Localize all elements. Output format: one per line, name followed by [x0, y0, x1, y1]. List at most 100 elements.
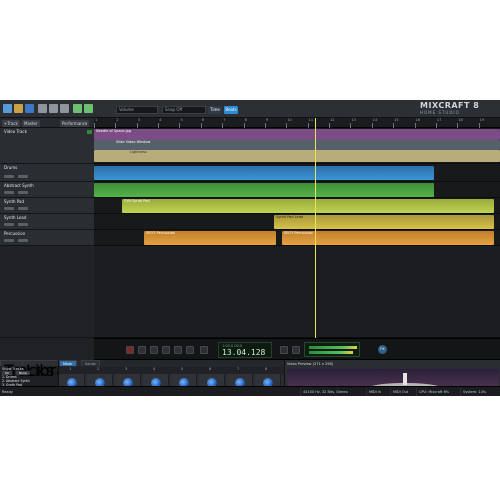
save-icon[interactable] [25, 104, 34, 113]
lane-synth-lead[interactable]: Synth Pad Lead [94, 214, 500, 230]
ruler-label: 12 [330, 118, 335, 122]
strip-number: 4 [153, 367, 156, 371]
paste-icon[interactable] [60, 104, 69, 113]
pan-knob[interactable] [18, 223, 28, 226]
clip-label: Slide Video Window [116, 140, 151, 144]
video-thumbnail-clip[interactable]: Needle of Space.jpg [94, 129, 500, 140]
main-toolbar: Volume Snap Off Time Beats MIXCRAFT 8 HO… [0, 100, 500, 118]
volume-knob[interactable] [4, 207, 14, 210]
lane-empty [94, 246, 500, 338]
strip-number: 2 [97, 367, 100, 371]
performance-button[interactable]: Performance [60, 120, 90, 127]
track-name: Abstract Synth [4, 183, 34, 188]
open-folder-icon[interactable] [14, 104, 23, 113]
play-button[interactable] [162, 346, 170, 354]
timeline-ruler[interactable]: 1 2 3 4 5 6 7 8 9 10 11 12 13 14 15 16 17 18 19 [94, 118, 500, 128]
pan-knob[interactable] [18, 239, 28, 242]
track-header-empty [0, 246, 94, 338]
ruler-label: 8 [244, 118, 247, 122]
clip-label: Needle of Space.jpg [96, 129, 132, 133]
volume-dropdown[interactable]: Volume [116, 106, 158, 114]
synth-lead-clip[interactable]: Synth Pad Lead [274, 215, 494, 229]
transport-bar: 1:00.0 00:0 13.04.128 FX [94, 338, 500, 360]
lane-synth-pad[interactable]: SYN Synth Pad [94, 198, 500, 214]
time-display: 1:00.0 00:0 13.04.128 [218, 342, 272, 358]
track-name: Drums [4, 165, 18, 170]
ruler-label: 4 [159, 118, 162, 122]
strip-number: 3 [125, 367, 128, 371]
status-ready: Ready [2, 390, 13, 394]
ruler-label: 16 [415, 118, 420, 122]
clip-label: SEO3 Percussion [284, 231, 314, 235]
meter-bar-right [309, 351, 353, 354]
video-effect-clip[interactable]: Slide Video Window [94, 140, 500, 150]
ruler-label: 13 [351, 118, 356, 122]
track-header-synth-lead[interactable]: Synth Lead [0, 214, 94, 230]
track-header-drums[interactable]: Drums [0, 164, 94, 182]
master-button[interactable]: Master [22, 120, 40, 127]
ruler-label: 10 [287, 118, 292, 122]
playhead[interactable] [315, 118, 316, 338]
track-header-synth-pad[interactable]: Synth Pad [0, 198, 94, 214]
meter-bar-left [309, 346, 357, 349]
abstract-synth-clip[interactable] [94, 183, 434, 197]
ruler-label: 14 [372, 118, 378, 122]
ruler-label: 6 [201, 118, 205, 122]
ruler-label: 5 [180, 118, 183, 122]
new-file-icon[interactable] [3, 104, 12, 113]
track-header-bar: +Track Master Performance [0, 118, 94, 128]
lane-video[interactable]: Needle of Space.jpg Slide Video Window L… [94, 128, 500, 164]
undo-icon[interactable] [73, 104, 82, 113]
loop-button[interactable] [200, 346, 208, 354]
percussion-clip[interactable]: SEO3 Percussion [144, 231, 276, 245]
status-midi-out: MIDI Out [390, 388, 414, 396]
synth-pad-clip[interactable]: SYN Synth Pad [122, 199, 494, 213]
add-track-button[interactable]: +Track [2, 120, 20, 127]
strip-number: 1 [69, 367, 72, 371]
volume-knob[interactable] [4, 223, 14, 226]
volume-knob[interactable] [4, 191, 14, 194]
lightness-automation-lane[interactable]: Lightness [94, 150, 500, 162]
ruler-label: 18 [458, 118, 463, 122]
lane-percussion[interactable]: SEO3 Percussion SEO3 Percussion [94, 230, 500, 246]
pan-knob[interactable] [18, 175, 28, 178]
strip-number-row: 1 2 3 4 5 6 7 8 [59, 367, 285, 374]
status-bar: Ready 44100 Hz, 32 Bits, Stereo MIDI In … [0, 386, 500, 396]
time-button[interactable]: Time [208, 106, 222, 114]
volume-knob[interactable] [4, 175, 14, 178]
pan-knob[interactable] [18, 191, 28, 194]
fx-button[interactable]: FX [378, 345, 387, 354]
lane-drums[interactable] [94, 164, 500, 182]
clip-label: SEO3 Percussion [146, 231, 176, 235]
track-header-video[interactable]: Video Track [0, 128, 94, 164]
copy-icon[interactable] [49, 104, 58, 113]
rewind-button[interactable] [150, 346, 158, 354]
track-name: Video Track [4, 129, 27, 134]
tab-mixer[interactable]: Mixer [59, 360, 77, 366]
track-header-abstract-synth[interactable]: Abstract Synth [0, 182, 94, 198]
percussion-clip-2[interactable]: SEO3 Percussion [282, 231, 494, 245]
redo-icon[interactable] [84, 104, 93, 113]
lane-abstract-synth[interactable] [94, 182, 500, 198]
track-header-percussion[interactable]: Percussion [0, 230, 94, 246]
beats-button[interactable]: Beats [224, 106, 238, 114]
tab-sends[interactable]: Sends [81, 360, 100, 366]
snap-dropdown[interactable]: Snap Off [162, 106, 206, 114]
fast-forward-button[interactable] [174, 346, 182, 354]
end-button[interactable] [186, 346, 194, 354]
stop-button[interactable] [138, 346, 146, 354]
ruler-label: 2 [116, 118, 119, 122]
mixcraft-logo: MIXCRAFT 8 HOME STUDIO [420, 102, 498, 116]
status-cpu: CPU: Mixcraft 6% [416, 388, 458, 396]
pan-knob[interactable] [18, 207, 28, 210]
volume-knob[interactable] [4, 239, 14, 242]
tempo-button[interactable] [292, 346, 300, 354]
metronome-button[interactable] [280, 346, 288, 354]
master-level-meter [304, 342, 360, 357]
strip-number: 8 [265, 367, 268, 371]
record-button[interactable] [126, 346, 134, 354]
cut-icon[interactable] [38, 104, 47, 113]
status-midi-in: MIDI In [366, 388, 388, 396]
track-name: Synth Lead [4, 215, 27, 220]
drums-clip[interactable] [94, 166, 434, 180]
